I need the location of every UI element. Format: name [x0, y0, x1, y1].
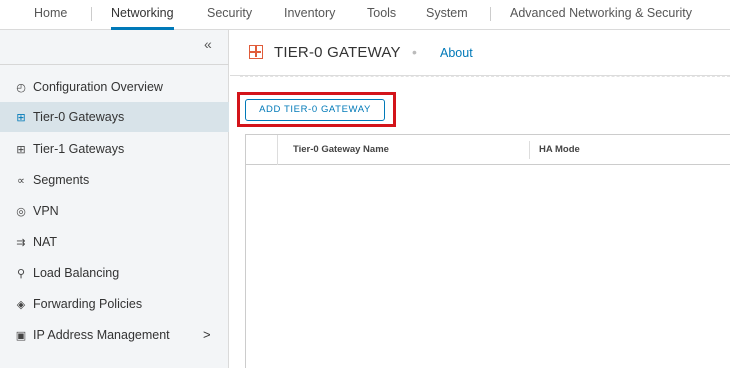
sidebar-item-label: Segments: [33, 173, 90, 187]
tab-home[interactable]: Home: [34, 0, 67, 30]
header-divider: [240, 76, 730, 77]
tab-security[interactable]: Security: [207, 0, 252, 30]
about-link[interactable]: About: [440, 46, 473, 60]
column-header-ha-mode[interactable]: HA Mode: [539, 144, 580, 155]
sidebar-item-tier0-gateways[interactable]: ⊞ Tier-0 Gateways: [0, 102, 229, 132]
nav-divider: [490, 7, 491, 21]
gauge-icon: ◴: [16, 82, 26, 94]
vpn-icon: ◎: [16, 206, 26, 218]
sidebar-item-ip-address-management[interactable]: ▣ IP Address Management >: [0, 320, 229, 350]
sidebar-item-label: Tier-0 Gateways: [33, 110, 125, 124]
sidebar-item-configuration-overview[interactable]: ◴ Configuration Overview: [0, 72, 229, 102]
forwarding-icon: ◈: [16, 299, 26, 311]
chevron-right-icon[interactable]: >: [203, 320, 211, 350]
gateway-table: Tier-0 Gateway Name HA Mode: [245, 134, 730, 368]
sidebar-item-label: Tier-1 Gateways: [33, 142, 125, 156]
tab-tools[interactable]: Tools: [367, 0, 396, 30]
sidebar-divider: [0, 64, 229, 65]
gateway-icon: ⊞: [16, 112, 26, 124]
tab-advanced-networking-security[interactable]: Advanced Networking & Security: [510, 0, 692, 30]
sidebar-item-segments[interactable]: ∝ Segments: [0, 165, 229, 195]
column-divider: [529, 141, 530, 159]
gateway-icon: ⊞: [16, 144, 26, 156]
sidebar-item-load-balancing[interactable]: ⚲ Load Balancing: [0, 258, 229, 288]
gateway-icon: [249, 45, 263, 59]
sidebar-item-label: Forwarding Policies: [33, 297, 143, 311]
sidebar-item-label: Configuration Overview: [33, 80, 163, 94]
top-navigation: Home Networking Security Inventory Tools…: [0, 0, 730, 30]
tab-inventory[interactable]: Inventory: [284, 0, 335, 30]
nat-icon: ⇉: [16, 237, 26, 249]
title-separator: •: [412, 44, 417, 60]
ip-management-icon: ▣: [15, 330, 27, 342]
sidebar-item-tier1-gateways[interactable]: ⊞ Tier-1 Gateways: [0, 134, 229, 164]
column-header-gateway-name[interactable]: Tier-0 Gateway Name: [293, 144, 389, 155]
tab-system[interactable]: System: [426, 0, 468, 30]
sidebar-item-vpn[interactable]: ◎ VPN: [0, 196, 229, 226]
sidebar-item-label: Load Balancing: [33, 266, 120, 280]
sidebar: « ◴ Configuration Overview ⊞ Tier-0 Gatewa…: [0, 30, 229, 368]
row-select-column: [246, 135, 278, 165]
main-content: TIER-0 GATEWAY • About ADD TIER-0 GATEWA…: [230, 30, 730, 368]
tab-networking-label: Networking: [111, 6, 174, 20]
sidebar-item-label: VPN: [33, 204, 59, 218]
add-tier0-gateway-button[interactable]: ADD TIER-0 GATEWAY: [245, 99, 385, 121]
load-balancer-icon: ⚲: [16, 268, 26, 280]
segments-icon: ∝: [17, 175, 25, 187]
page-header: TIER-0 GATEWAY • About: [230, 30, 730, 76]
sidebar-item-label: NAT: [33, 235, 58, 249]
collapse-sidebar-icon[interactable]: «: [204, 36, 212, 52]
sidebar-item-nat[interactable]: ⇉ NAT: [0, 227, 229, 257]
nav-divider: [91, 7, 92, 21]
table-header: Tier-0 Gateway Name HA Mode: [246, 135, 730, 165]
sidebar-item-label: IP Address Management: [33, 328, 170, 342]
sidebar-item-forwarding-policies[interactable]: ◈ Forwarding Policies: [0, 289, 229, 319]
page-title: TIER-0 GATEWAY: [274, 44, 401, 61]
tab-networking[interactable]: Networking: [111, 0, 174, 30]
